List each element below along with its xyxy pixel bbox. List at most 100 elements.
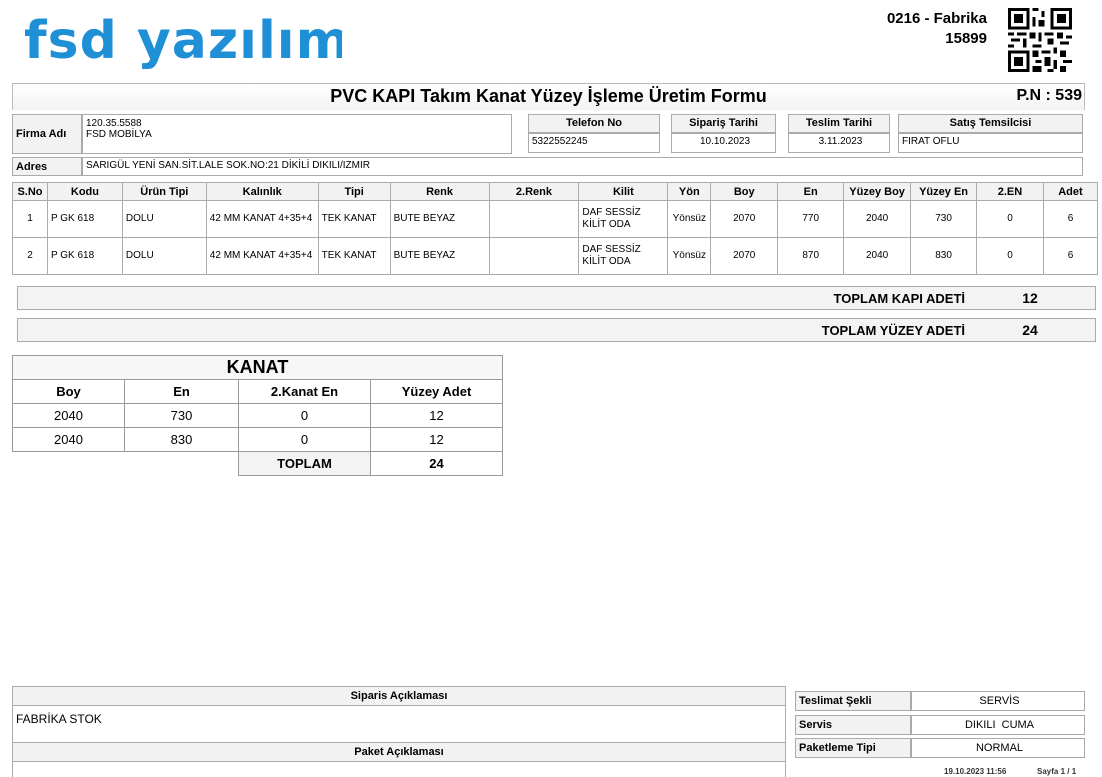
table-cell: 2: [12, 237, 48, 275]
telefon-label: Telefon No: [528, 114, 660, 133]
kanat-cell: 730: [124, 403, 239, 428]
table-cell: Yönsüz: [667, 200, 712, 238]
teslimat-label: Teslimat Şekli: [795, 691, 911, 711]
table-cell: [488, 237, 580, 275]
column-header: Yüzey En: [910, 182, 978, 201]
table-cell: P GK 618: [46, 200, 123, 238]
table-cell: 730: [910, 200, 978, 238]
column-header: Adet: [1042, 182, 1099, 201]
pn-label: P.N : 539: [1016, 87, 1082, 104]
telefon-value: 5322552245: [528, 133, 660, 153]
paket-aciklama-box: [12, 762, 786, 777]
table-row: 1P GK 618 DOLU 42 MM KANAT 4+35+4 TEK KANAT…: [12, 200, 1099, 238]
column-header: Ürün Tipi: [121, 182, 207, 201]
table-cell: 42 MM KANAT 4+35+4: [205, 237, 319, 275]
table-cell: BUTE BEYAZ: [389, 200, 490, 238]
kanat-cell: 2040: [12, 427, 125, 452]
servis-label: Servis: [795, 715, 911, 735]
branch-label: 0216 - Fabrika: [886, 10, 987, 27]
table-cell: 0: [976, 200, 1044, 238]
column-header: Yüzey Boy: [843, 182, 912, 201]
qr-code-icon: [1008, 8, 1072, 72]
satis-temsilcisi-label: Satış Temsilcisi: [898, 114, 1083, 133]
column-header: S.No: [12, 182, 48, 201]
total-kapi-value: 12: [1022, 290, 1038, 306]
items-header-row: S.No Kodu Ürün Tipi Kalınlık Tipi Renk 2.Renk K…: [12, 182, 1099, 201]
firma-code: 120.35.5588: [86, 118, 142, 129]
table-cell: TEK KANAT: [317, 200, 391, 238]
table-row: 2P GK 618 DOLU 42 MM KANAT 4+35+4 TEK KANAT…: [12, 237, 1099, 275]
kanat-cell: 0: [238, 427, 371, 452]
kanat-total-row: TOPLAM 24: [13, 451, 503, 476]
firma-name: FSD MOBİLYA: [86, 129, 152, 140]
column-header: En: [777, 182, 845, 201]
paket-tipi-label: Paketleme Tipi: [795, 738, 911, 758]
order-number: 15899: [945, 30, 987, 47]
table-cell: DOLU: [121, 200, 207, 238]
kanat-column-header: 2.Kanat En: [238, 379, 371, 404]
items-table: S.No Kodu Ürün Tipi Kalınlık Tipi Renk 2.Renk K…: [12, 182, 1099, 275]
paket-tipi-value: NORMAL: [911, 738, 1085, 758]
column-header: Boy: [710, 182, 779, 201]
teslimat-value: SERVİS: [911, 691, 1085, 711]
siparis-tarihi-value: 10.10.2023: [671, 133, 776, 153]
kanat-cell: 830: [124, 427, 239, 452]
table-cell: [488, 200, 580, 238]
table-cell: 870: [777, 237, 845, 275]
kanat-title: KANAT: [12, 355, 503, 380]
column-header: Renk: [389, 182, 490, 201]
company-logo: fsd yazılım: [22, 10, 350, 76]
column-header: Kodu: [46, 182, 123, 201]
kanat-total-label: TOPLAM: [238, 451, 371, 476]
print-timestamp: 19.10.2023 11:56: [944, 767, 1007, 776]
column-header: Kalınlık: [205, 182, 319, 201]
paket-aciklama-label: Paket Açıklaması: [12, 742, 786, 762]
page-indicator: Sayfa 1 / 1: [1037, 767, 1077, 776]
kanat-row: 2040 730 0 12: [12, 403, 503, 428]
total-kapi-label: TOPLAM KAPI ADETİ: [833, 291, 965, 306]
table-cell: 6: [1042, 237, 1099, 275]
table-cell: 830: [910, 237, 978, 275]
table-cell: 2040: [843, 237, 912, 275]
teslim-tarihi-label: Teslim Tarihi: [788, 114, 890, 133]
form-title: PVC KAPI Takım Kanat Yüzey İşleme Üretim…: [330, 86, 767, 106]
table-cell: Yönsüz: [667, 237, 712, 275]
siparis-aciklama-box: [12, 706, 786, 742]
table-cell: 2040: [843, 200, 912, 238]
logo-text: fsd yazılım: [24, 11, 342, 71]
column-header: 2.Renk: [488, 182, 580, 201]
satis-temsilcisi-value: FIRAT OFLU: [898, 133, 1083, 153]
table-cell: 0: [976, 237, 1044, 275]
column-header: Kilit: [578, 182, 669, 201]
total-yuzey-value: 24: [1022, 322, 1038, 338]
kanat-cell: 12: [370, 403, 503, 428]
adres-label: Adres: [12, 157, 82, 176]
table-cell: TEK KANAT: [317, 237, 391, 275]
firma-value: 120.35.5588 FSD MOBİLYA: [82, 114, 512, 154]
kanat-table: KANAT Boy En 2.Kanat En Yüzey Adet 2040 730 0…: [12, 355, 503, 476]
kanat-header-row: Boy En 2.Kanat En Yüzey Adet: [12, 379, 503, 404]
table-cell: DOLU: [121, 237, 207, 275]
kanat-cell: 12: [370, 427, 503, 452]
kanat-cell: 0: [238, 403, 371, 428]
table-cell: DAF SESSİZ KİLİT ODA: [578, 237, 669, 275]
column-header: Tipi: [317, 182, 391, 201]
kanat-row: 2040 830 0 12: [12, 427, 503, 452]
adres-value: SARIGÜL YENİ SAN.SİT.LALE SOK.NO:21 DİKİ…: [82, 157, 1083, 176]
column-header: 2.EN: [976, 182, 1044, 201]
table-cell: P GK 618: [46, 237, 123, 275]
table-cell: 770: [777, 200, 845, 238]
table-cell: 1: [12, 200, 48, 238]
kanat-column-header: Yüzey Adet: [370, 379, 503, 404]
column-header: Yön: [667, 182, 712, 201]
servis-value: DIKILI CUMA: [911, 715, 1085, 735]
teslim-tarihi-value: 3.11.2023: [788, 133, 890, 153]
table-cell: 2070: [710, 237, 779, 275]
kanat-column-header: En: [124, 379, 239, 404]
total-yuzey-label: TOPLAM YÜZEY ADETİ: [821, 323, 965, 338]
table-cell: 2070: [710, 200, 779, 238]
branch-info: 0216 - Fabrika 15899: [887, 9, 987, 49]
kanat-total-value: 24: [370, 451, 503, 476]
kanat-column-header: Boy: [12, 379, 125, 404]
table-cell: BUTE BEYAZ: [389, 237, 490, 275]
